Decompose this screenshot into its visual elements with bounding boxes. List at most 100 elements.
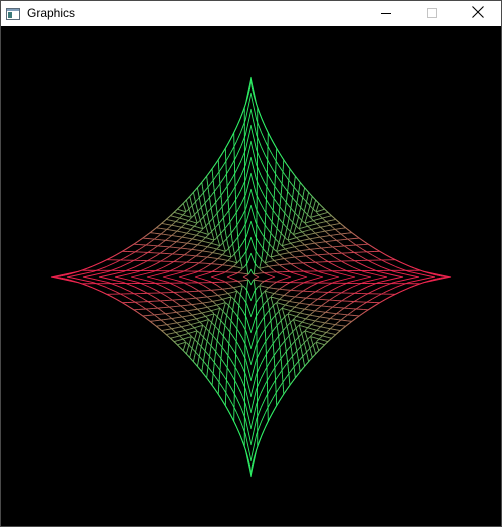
- mesh-segment: [294, 227, 297, 232]
- astroid-outline-segment: [162, 218, 167, 223]
- mesh-segment: [260, 188, 265, 197]
- astroid-outline-segment: [318, 202, 323, 207]
- mesh-segment: [258, 242, 263, 247]
- mesh-segment: [305, 223, 308, 226]
- mesh-segment: [236, 174, 242, 184]
- mesh-segment: [276, 303, 279, 307]
- mesh-segment: [333, 247, 338, 251]
- close-button[interactable]: [455, 1, 501, 26]
- mesh-segment: [283, 327, 286, 331]
- title-bar[interactable]: Graphics: [1, 1, 501, 26]
- mesh-segment: [288, 369, 292, 374]
- mesh-segment: [237, 266, 242, 269]
- mesh-segment: [293, 199, 297, 202]
- mesh-segment: [167, 324, 170, 328]
- mesh-segment: [212, 235, 215, 239]
- mesh-segment: [268, 229, 272, 234]
- mesh-segment: [215, 343, 218, 349]
- mesh-segment: [167, 226, 170, 230]
- astroid-outline-segment: [102, 259, 107, 263]
- mesh-segment: [205, 199, 209, 202]
- mesh-segment: [182, 247, 188, 250]
- mesh-segment: [176, 333, 179, 336]
- mesh-segment: [311, 218, 314, 221]
- mesh-segment: [181, 337, 184, 340]
- mesh-segment: [304, 218, 307, 223]
- mesh-segment: [214, 326, 218, 329]
- mesh-segment: [291, 198, 293, 204]
- mesh-segment: [176, 238, 180, 242]
- mesh-segment: [277, 272, 292, 278]
- mesh-segment: [287, 323, 290, 326]
- mesh-segment: [201, 341, 203, 346]
- minimize-button[interactable]: [363, 1, 409, 26]
- astroid-outline-segment: [222, 400, 226, 405]
- mesh-segment: [289, 211, 291, 216]
- astroid-outline-segment: [212, 386, 216, 391]
- mesh-segment: [239, 294, 241, 300]
- mesh-segment: [282, 235, 285, 238]
- astroid-outline-segment: [402, 289, 406, 292]
- mesh-segment: [224, 287, 229, 290]
- mesh-segment: [278, 178, 282, 183]
- mesh-segment: [181, 214, 184, 217]
- mesh-segment: [268, 291, 273, 294]
- mesh-segment: [289, 227, 292, 232]
- mesh-segment: [183, 212, 186, 215]
- mesh-segment: [216, 334, 219, 340]
- mesh-segment: [168, 317, 173, 320]
- mesh-segment: [157, 313, 162, 316]
- mesh-segment: [214, 225, 218, 228]
- mesh-segment: [216, 304, 219, 307]
- mesh-segment: [248, 268, 252, 275]
- mesh-segment: [199, 207, 202, 210]
- mesh-segment: [179, 241, 185, 244]
- mesh-segment: [209, 346, 212, 352]
- mesh-segment: [187, 240, 191, 244]
- mesh-segment: [219, 308, 222, 310]
- mesh-segment: [301, 302, 306, 305]
- astroid-outline-segment: [253, 92, 255, 96]
- mesh-segment: [250, 204, 257, 223]
- mesh-segment: [240, 286, 243, 291]
- mesh-segment: [274, 326, 277, 330]
- mesh-segment: [203, 296, 209, 298]
- mesh-segment: [223, 213, 227, 217]
- mesh-segment: [284, 205, 287, 211]
- mesh-segment: [313, 342, 316, 345]
- mesh-segment: [301, 242, 305, 245]
- mesh-segment: [239, 259, 242, 264]
- mesh-segment: [194, 276, 211, 283]
- mesh-segment: [242, 276, 249, 280]
- mesh-segment: [222, 387, 227, 394]
- mesh-segment: [296, 245, 301, 247]
- mesh-segment: [193, 313, 198, 316]
- mesh-segment: [268, 296, 271, 299]
- mesh-segment: [260, 174, 266, 184]
- mesh-segment: [336, 324, 342, 327]
- mesh-segment: [271, 251, 273, 256]
- mesh-segment: [201, 362, 204, 368]
- mesh-segment: [218, 208, 222, 212]
- mesh-segment: [309, 238, 313, 242]
- mesh-segment: [260, 160, 266, 170]
- astroid-outline-segment: [425, 280, 429, 283]
- mesh-segment: [327, 242, 331, 246]
- maximize-button[interactable]: [409, 1, 455, 26]
- astroid-outline-segment: [395, 291, 400, 295]
- mesh-segment: [202, 313, 205, 316]
- mesh-segment: [284, 243, 289, 246]
- mesh-segment: [327, 215, 332, 218]
- astroid-outline-segment: [207, 170, 211, 176]
- mesh-segment: [259, 268, 263, 272]
- mesh-segment: [177, 323, 180, 326]
- mesh-segment: [275, 337, 279, 341]
- mesh-segment: [267, 241, 270, 245]
- astroid-outline-segment: [78, 282, 82, 285]
- mesh-segment: [259, 282, 263, 286]
- mesh-segment: [189, 353, 192, 358]
- mesh-segment: [298, 346, 302, 349]
- mesh-segment: [294, 341, 297, 347]
- astroid-outline-segment: [272, 407, 276, 412]
- mesh-segment: [311, 310, 315, 314]
